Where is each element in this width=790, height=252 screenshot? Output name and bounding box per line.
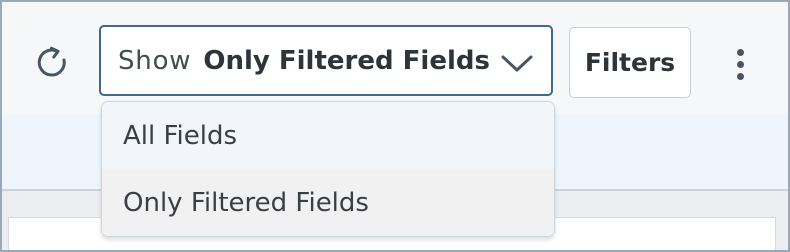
more-vertical-icon-dot-2 bbox=[736, 60, 744, 68]
field-display-dropdown: All Fields Only Filtered Fields bbox=[101, 101, 555, 237]
app-frame: Show Only Filtered Fields Filters All Fi… bbox=[0, 0, 790, 252]
option-only-filtered-fields[interactable]: Only Filtered Fields bbox=[102, 169, 554, 236]
more-vertical-icon bbox=[736, 48, 744, 56]
refresh-icon bbox=[35, 45, 69, 83]
field-display-select[interactable]: Show Only Filtered Fields bbox=[99, 25, 553, 96]
chevron-down-icon bbox=[500, 51, 534, 75]
more-vertical-icon-dot-3 bbox=[736, 72, 744, 80]
refresh-button[interactable] bbox=[28, 40, 76, 88]
select-prefix-label: Show bbox=[118, 45, 192, 76]
option-all-fields[interactable]: All Fields bbox=[102, 102, 554, 169]
filters-button[interactable]: Filters bbox=[569, 27, 691, 98]
more-options-button[interactable] bbox=[720, 40, 760, 88]
select-current-value: Only Filtered Fields bbox=[203, 45, 490, 76]
